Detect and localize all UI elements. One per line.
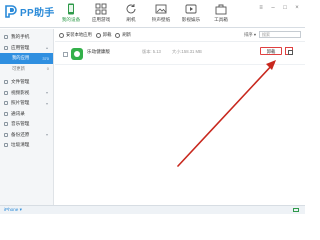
sidebar-item-label: 照片管理	[11, 100, 30, 106]
tab-apps-games[interactable]: 应用游戏	[86, 0, 116, 28]
sidebar-item-cleanup[interactable]: 垃圾清理	[0, 140, 53, 151]
grid-icon	[95, 3, 107, 15]
sidebar-item-label: 视频影视	[11, 89, 30, 95]
tab-label: 影视娱乐	[181, 17, 201, 22]
sidebar-item-photos[interactable]: 照片管理 ▾	[0, 98, 53, 109]
tab-label: 我的设备	[61, 17, 81, 22]
toolbar-right: 排序 ▾ 搜索	[244, 31, 301, 38]
sidebar-item-label: 我的手机	[11, 34, 30, 40]
picture-icon	[155, 4, 167, 14]
app-logo: PP助手	[4, 4, 55, 19]
app-name: PP助手	[20, 7, 55, 19]
uninstall-button[interactable]: 卸载	[260, 47, 282, 55]
open-folder-icon[interactable]	[285, 47, 293, 55]
sidebar: 我的手机 应用管理 ▴ 我的应用 370 可更新 0 文件管理 视频影视 ▾ 照…	[0, 29, 54, 205]
sidebar-item-label: 我的应用	[12, 55, 30, 61]
phone-icon	[68, 3, 74, 15]
install-local-app-button[interactable]: 安装本地应用	[59, 32, 92, 38]
sidebar-item-label: 通讯录	[11, 110, 25, 116]
sidebar-item-label: 应用管理	[11, 44, 30, 50]
sidebar-item-updatable[interactable]: 可更新 0	[0, 64, 53, 75]
sidebar-item-my-phone[interactable]: 我的手机	[0, 32, 53, 43]
app-version: 版本: 5.13	[142, 49, 161, 54]
trash-icon	[4, 143, 8, 148]
sidebar-item-label: 垃圾清理	[11, 142, 30, 148]
refresh-button[interactable]: 刷新	[115, 32, 131, 38]
pp-logo-icon	[5, 4, 17, 18]
sidebar-item-contacts[interactable]: 通讯录	[0, 109, 53, 120]
sidebar-item-file-management[interactable]: 文件管理	[0, 77, 53, 88]
refresh-icon	[126, 4, 136, 14]
battery-icon	[293, 208, 299, 212]
tab-label: 工具箱	[214, 17, 228, 22]
sidebar-item-label: 文件管理	[11, 79, 30, 85]
count-badge: 370	[42, 55, 49, 61]
plus-circle-icon	[59, 32, 64, 38]
tab-ringtones-wallpapers[interactable]: 铃声壁纸	[146, 0, 176, 28]
tab-my-device[interactable]: 我的设备	[56, 0, 86, 28]
toolbox-icon	[215, 4, 227, 15]
backup-icon	[4, 132, 8, 137]
sidebar-item-music[interactable]: 音乐管理	[0, 119, 53, 130]
title-bar: PP助手 我的设备 应用游戏 刷机 铃声壁纸 影视娱乐 工具箱 ≡ – □ ×	[0, 0, 305, 28]
window-controls: ≡ – □ ×	[257, 4, 301, 12]
minimize-icon[interactable]: –	[269, 4, 277, 12]
sidebar-item-app-management[interactable]: 应用管理 ▴	[0, 43, 53, 54]
tab-label: 应用游戏	[91, 17, 111, 22]
chevron-up-icon: ▴	[45, 45, 48, 51]
trash-circle-icon	[95, 32, 101, 38]
maximize-icon[interactable]: □	[281, 4, 289, 12]
tab-movies[interactable]: 影视娱乐	[176, 0, 206, 28]
device-selector[interactable]: iPhone ▾	[4, 207, 22, 213]
video-icon	[4, 90, 8, 95]
tab-label: 刷机	[126, 17, 136, 22]
folder-icon	[4, 80, 8, 85]
sidebar-item-label: 可更新	[12, 65, 25, 71]
tab-toolbox[interactable]: 工具箱	[206, 0, 236, 28]
close-icon[interactable]: ×	[293, 4, 301, 12]
music-icon	[4, 122, 8, 127]
chevron-down-icon: ▾	[45, 90, 48, 96]
photo-icon	[4, 101, 8, 106]
sidebar-item-video[interactable]: 视频影视 ▾	[0, 88, 53, 99]
install-label: 安装本地应用	[66, 32, 92, 37]
chevron-down-icon: ▾	[45, 100, 48, 106]
chevron-down-icon: ▾	[45, 132, 48, 138]
refresh-circle-icon	[115, 32, 121, 38]
list-item[interactable]: 乐动健康版 版本: 5.13 大小:158.31 MB 卸载	[55, 45, 305, 65]
sidebar-item-label: 音乐管理	[11, 121, 30, 127]
app-size: 大小:158.31 MB	[172, 49, 202, 54]
tab-flash[interactable]: 刷机	[116, 0, 146, 28]
menu-icon[interactable]: ≡	[257, 4, 265, 12]
phone-small-icon	[4, 35, 8, 40]
sort-dropdown[interactable]: 排序 ▾	[244, 32, 256, 38]
apps-small-icon	[4, 45, 8, 50]
search-input[interactable]: 搜索	[259, 31, 301, 38]
app-name-text: 乐动健康版	[87, 49, 110, 54]
row-checkbox[interactable]	[63, 52, 68, 57]
film-icon	[185, 4, 197, 14]
toolbar: 安装本地应用 卸载 刷新 排序 ▾ 搜索	[55, 29, 305, 41]
status-bar: iPhone ▾	[0, 205, 305, 214]
uninstall-label: 卸载	[102, 32, 112, 37]
uninstall-selected-button[interactable]: 卸载	[95, 32, 112, 38]
refresh-label: 刷新	[122, 32, 131, 37]
app-icon	[71, 48, 83, 60]
main-tabs: 我的设备 应用游戏 刷机 铃声壁纸 影视娱乐 工具箱	[56, 0, 236, 28]
sidebar-item-label: 备份还原	[11, 131, 30, 137]
sidebar-item-my-apps[interactable]: 我的应用 370	[0, 53, 53, 64]
count-badge: 0	[46, 66, 49, 72]
sidebar-item-backup[interactable]: 备份还原 ▾	[0, 130, 53, 141]
contacts-icon	[4, 111, 8, 116]
tab-label: 铃声壁纸	[151, 17, 171, 22]
